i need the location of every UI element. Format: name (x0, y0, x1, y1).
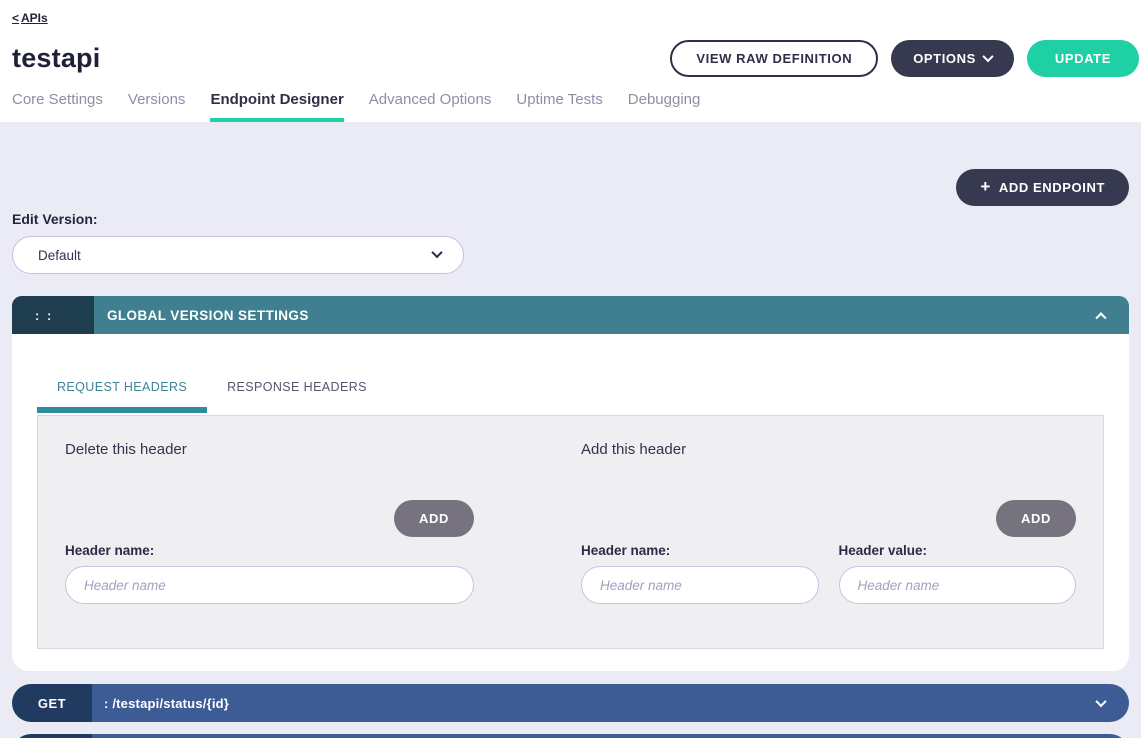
chevron-left-icon: < (12, 11, 19, 25)
header-actions: VIEW RAW DEFINITION OPTIONS UPDATE (670, 40, 1141, 77)
drag-handle[interactable]: : : (12, 296, 94, 334)
endpoint-path: : /testapi/status/{id} (92, 684, 1097, 722)
expand-control[interactable] (1097, 684, 1129, 722)
delete-header-add-row: ADD (65, 500, 474, 537)
options-button-label: OPTIONS (913, 51, 976, 66)
add-header-value-field: Header value: (839, 537, 1077, 604)
expand-control[interactable] (1097, 734, 1129, 738)
add-endpoint-row: + ADD ENDPOINT (12, 122, 1129, 206)
add-endpoint-label: ADD ENDPOINT (999, 180, 1105, 195)
drag-dots-icon: : : (35, 308, 53, 323)
add-header-add-button[interactable]: ADD (996, 500, 1076, 537)
tab-advanced-options[interactable]: Advanced Options (369, 91, 492, 122)
breadcrumb-label: APIs (21, 11, 48, 25)
add-header-name-field: Header name: (581, 537, 819, 604)
global-version-settings-header[interactable]: : : GLOBAL VERSION SETTINGS (12, 296, 1129, 334)
chevron-down-icon (1095, 696, 1106, 707)
headers-tab-bar: REQUEST HEADERS RESPONSE HEADERS (37, 380, 1104, 413)
add-header-value-input[interactable] (839, 566, 1077, 604)
plus-icon: + (980, 178, 991, 195)
endpoint-designer-panel: + ADD ENDPOINT Edit Version: Default : :… (0, 122, 1141, 738)
request-headers-panel: Delete this header ADD Header name: Add … (37, 415, 1104, 649)
tab-versions[interactable]: Versions (128, 91, 186, 122)
version-select-value: Default (38, 248, 81, 263)
main-tab-bar: Core Settings Versions Endpoint Designer… (0, 91, 1141, 122)
global-version-settings-title: GLOBAL VERSION SETTINGS (94, 296, 1097, 334)
delete-header-title: Delete this header (65, 441, 474, 458)
options-dropdown-button[interactable]: OPTIONS (891, 40, 1014, 77)
chevron-down-icon (431, 247, 442, 258)
tab-response-headers[interactable]: RESPONSE HEADERS (207, 380, 387, 413)
title-row: testapi VIEW RAW DEFINITION OPTIONS UPDA… (0, 35, 1141, 81)
global-version-settings-accordion: : : GLOBAL VERSION SETTINGS REQUEST HEAD… (12, 296, 1129, 671)
breadcrumb-apis-link[interactable]: <APIs (12, 11, 48, 25)
add-header-name-label: Header name: (581, 543, 819, 558)
collapse-control[interactable] (1097, 296, 1129, 334)
add-endpoint-button[interactable]: + ADD ENDPOINT (956, 169, 1129, 206)
update-button[interactable]: UPDATE (1027, 40, 1139, 77)
endpoint-row-status[interactable]: GET : /testapi/status/{id} (12, 684, 1129, 722)
endpoint-path: : /testapi/json (92, 734, 1097, 738)
edit-version-label: Edit Version: (12, 211, 1129, 227)
edit-version-group: Edit Version: Default (12, 211, 1129, 274)
add-header-section: Add this header ADD Header name: Header … (581, 441, 1076, 648)
tab-request-headers[interactable]: REQUEST HEADERS (37, 380, 207, 413)
tab-endpoint-designer[interactable]: Endpoint Designer (210, 91, 343, 122)
delete-header-section: Delete this header ADD Header name: (65, 441, 474, 648)
view-raw-definition-button[interactable]: VIEW RAW DEFINITION (670, 40, 878, 77)
delete-header-name-input[interactable] (65, 566, 474, 604)
api-designer-page: <APIs testapi VIEW RAW DEFINITION OPTION… (0, 0, 1141, 738)
tab-core-settings[interactable]: Core Settings (12, 91, 103, 122)
endpoint-method-badge: GET (12, 734, 92, 738)
chevron-up-icon (1095, 312, 1106, 323)
add-header-title: Add this header (581, 441, 1076, 458)
add-header-add-row: ADD (581, 500, 1076, 537)
version-select[interactable]: Default (12, 236, 464, 274)
add-header-value-label: Header value: (839, 543, 1077, 558)
tab-uptime-tests[interactable]: Uptime Tests (516, 91, 602, 122)
endpoint-method-badge: GET (12, 684, 92, 722)
chevron-down-icon (982, 51, 993, 62)
global-version-settings-body: REQUEST HEADERS RESPONSE HEADERS Delete … (12, 334, 1129, 671)
endpoint-row-json[interactable]: GET : /testapi/json (12, 734, 1129, 738)
column-spacer (474, 441, 581, 648)
tab-debugging[interactable]: Debugging (628, 91, 701, 122)
add-header-fields: Header name: Header value: (581, 537, 1076, 604)
page-title: testapi (12, 43, 100, 74)
page-header: <APIs testapi VIEW RAW DEFINITION OPTION… (0, 0, 1141, 122)
delete-header-add-button[interactable]: ADD (394, 500, 474, 537)
delete-header-name-label: Header name: (65, 543, 474, 558)
add-header-name-input[interactable] (581, 566, 819, 604)
